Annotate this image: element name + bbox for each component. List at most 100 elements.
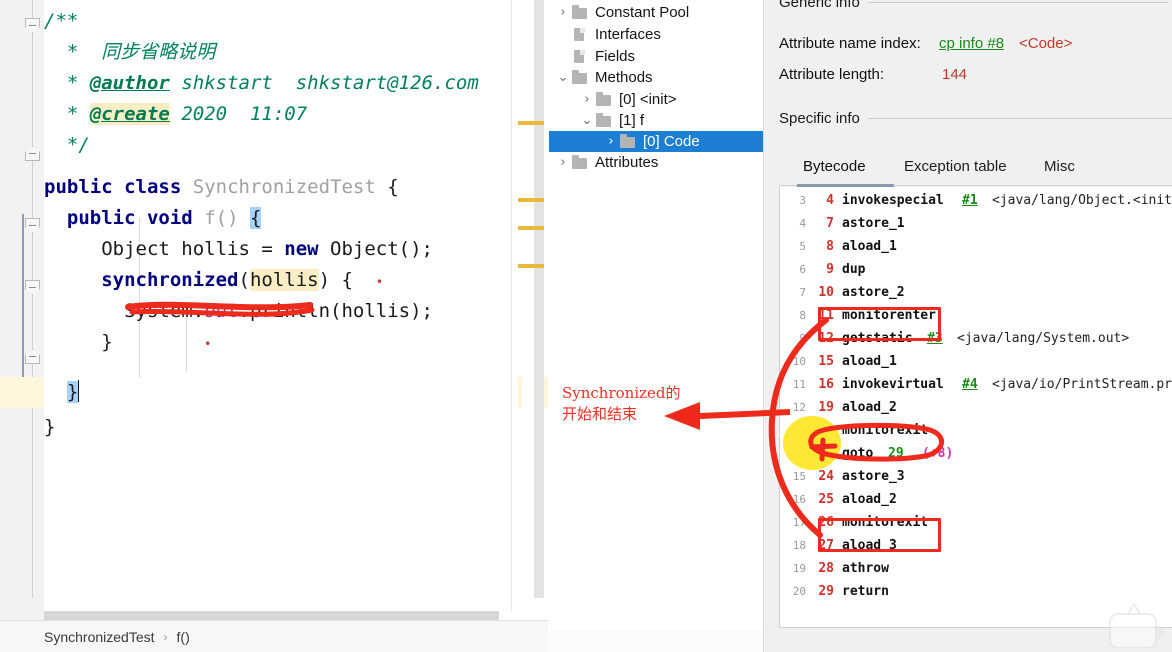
warning-marker-3[interactable] (518, 226, 544, 230)
bytecode-offset: 24 (818, 469, 834, 484)
chevron-down-icon[interactable]: ⌄ (555, 70, 571, 85)
tree-item-method-init[interactable]: › [0] <init> (549, 89, 763, 110)
chevron-right-icon[interactable]: › (603, 134, 619, 149)
attribute-length-value: 144 (942, 66, 968, 83)
bytecode-opcode: return (842, 584, 889, 599)
bytecode-offset: 25 (818, 492, 834, 507)
bytecode-opcode: aload_2 (842, 400, 897, 415)
chevron-down-icon[interactable]: ⌄ (579, 113, 595, 128)
bytecode-line-number: 3 (799, 194, 806, 207)
tab-bytecode[interactable]: Bytecode (803, 158, 866, 175)
bytecode-descriptor: <java/lang/Object.<init>> (992, 193, 1172, 208)
bytecode-opcode: invokevirtual (842, 377, 944, 392)
breadcrumb: SynchronizedTest › f() (0, 620, 548, 652)
editor-line-number-gutter (0, 0, 23, 620)
bytecode-offset: 16 (818, 377, 834, 392)
tree-item-interfaces[interactable]: Interfaces (549, 24, 763, 45)
annotation-note-line-2: 开始和结束 (562, 405, 638, 423)
bytecode-line-number: 11 (792, 378, 806, 391)
tree-item-label: Methods (595, 69, 653, 86)
editor-vertical-scrollbar[interactable] (518, 0, 544, 598)
bytecode-line-number: 18 (792, 539, 806, 552)
chevron-right-icon[interactable]: › (579, 92, 595, 107)
bytecode-offset: 21 (818, 446, 834, 461)
tree-item-methods[interactable]: ⌄ Methods (549, 67, 763, 88)
bytecode-opcode: aload_2 (842, 492, 897, 507)
editor-horizontal-scrollbar-thumb[interactable] (44, 611, 499, 620)
bytecode-cp-ref[interactable]: #1 (962, 189, 978, 212)
code-line-9: synchronized(hollis) { • (101, 269, 384, 291)
tree-item-fields[interactable]: Fields (549, 46, 763, 67)
bytecode-opcode: athrow (842, 561, 889, 576)
code-dot-marker-1: • (375, 275, 384, 289)
bytecode-line-number: 6 (799, 263, 806, 276)
tree-item-label: Fields (595, 48, 636, 65)
chevron-right-icon[interactable]: › (555, 5, 571, 20)
tree-item-label: Interfaces (595, 26, 661, 43)
bytecode-offset: 8 (826, 239, 834, 254)
editor-fold-rail (22, 0, 44, 620)
tree-item-label: [0] <init> (619, 91, 677, 108)
attribute-name-index-value: <Code> (1019, 35, 1073, 52)
bytecode-line-number: 19 (792, 562, 806, 575)
code-editor-panel: /** * 同步省略说明 * @author shkstart shkstart… (0, 0, 548, 652)
text-caret (78, 380, 80, 402)
code-line-10: System.out.println(hollis); (124, 300, 433, 322)
bytecode-opcode: invokespecial (842, 193, 944, 208)
code-dot-marker-2: • (204, 337, 212, 351)
code-line-11: } • (101, 331, 212, 353)
bytecode-opcode: astore_2 (842, 285, 905, 300)
tree-item-label: [0] Code (643, 133, 700, 150)
warning-marker-4[interactable] (518, 264, 544, 268)
tree-item-constant-pool[interactable]: › Constant Pool (549, 2, 763, 23)
selected-brace: { (249, 207, 262, 229)
annotation-note-line-1: Synchronized的 (562, 384, 681, 402)
tree-item-code-attribute[interactable]: › [0] Code (549, 131, 763, 152)
bytecode-cp-ref[interactable]: #4 (962, 373, 978, 396)
bytecode-opcode: goto (842, 446, 874, 461)
app-window: /** * 同步省略说明 * @author shkstart shkstart… (0, 0, 1172, 652)
bytecode-listing[interactable]: 3 4 invokespecial #1 <java/lang/Object.<init… (779, 187, 1172, 628)
fold-rail-line (32, 0, 33, 598)
breadcrumb-class[interactable]: SynchronizedTest (44, 629, 155, 645)
bytecode-opcode: dup (842, 262, 866, 277)
code-line-13: } (44, 416, 56, 438)
bytecode-line-number: 9 (799, 332, 806, 345)
bytecode-opcode: aload_1 (842, 354, 897, 369)
bytecode-offset: 29 (818, 584, 834, 599)
editor-horizontal-scrollbar[interactable] (44, 611, 512, 620)
bytecode-line-number: 7 (799, 286, 806, 299)
app-watermark-icon (1109, 602, 1166, 648)
bytecode-branch-delta: (+8) (922, 446, 954, 461)
bytecode-offset: 7 (826, 216, 834, 231)
bytecode-offset: 9 (826, 262, 834, 277)
caret-brace: } (66, 381, 79, 403)
cp-info-link[interactable]: cp info #8 (939, 35, 1004, 52)
tree-item-method-f[interactable]: ⌄ [1] f (549, 110, 763, 131)
editor-marker-strip (522, 0, 534, 620)
tab-exception-table[interactable]: Exception table (904, 158, 1007, 175)
attribute-length-label: Attribute length: (779, 66, 885, 83)
folder-icon (571, 70, 590, 85)
chevron-right-icon[interactable]: › (555, 155, 571, 170)
bytecode-line-number: 12 (792, 401, 806, 414)
tree-item-attributes[interactable]: › Attributes (549, 152, 763, 173)
bytecode-opcode: astore_1 (842, 216, 905, 231)
detail-tabbar: Bytecode Exception table Misc (779, 158, 1172, 187)
file-icon (571, 27, 590, 42)
generic-info-title: Generic info (779, 0, 860, 11)
code-line-4: * @create 2020 11:07 (66, 103, 308, 125)
bytecode-offset: 10 (818, 285, 834, 300)
specific-info-header: Specific info (779, 110, 1172, 127)
tab-misc[interactable]: Misc (1044, 158, 1075, 175)
breadcrumb-method[interactable]: f() (177, 629, 190, 645)
editor-right-divider (511, 0, 512, 620)
code-text-area[interactable]: /** * 同步省略说明 * @author shkstart shkstart… (44, 0, 518, 620)
warning-marker-1[interactable] (518, 121, 544, 125)
folder-icon (619, 134, 638, 149)
code-line-12: } (44, 377, 80, 408)
tree-panel-footer (549, 630, 763, 652)
warning-marker-2[interactable] (518, 198, 544, 202)
bytecode-branch-target[interactable]: 29 (888, 442, 904, 465)
specific-info-rule (867, 118, 1172, 119)
